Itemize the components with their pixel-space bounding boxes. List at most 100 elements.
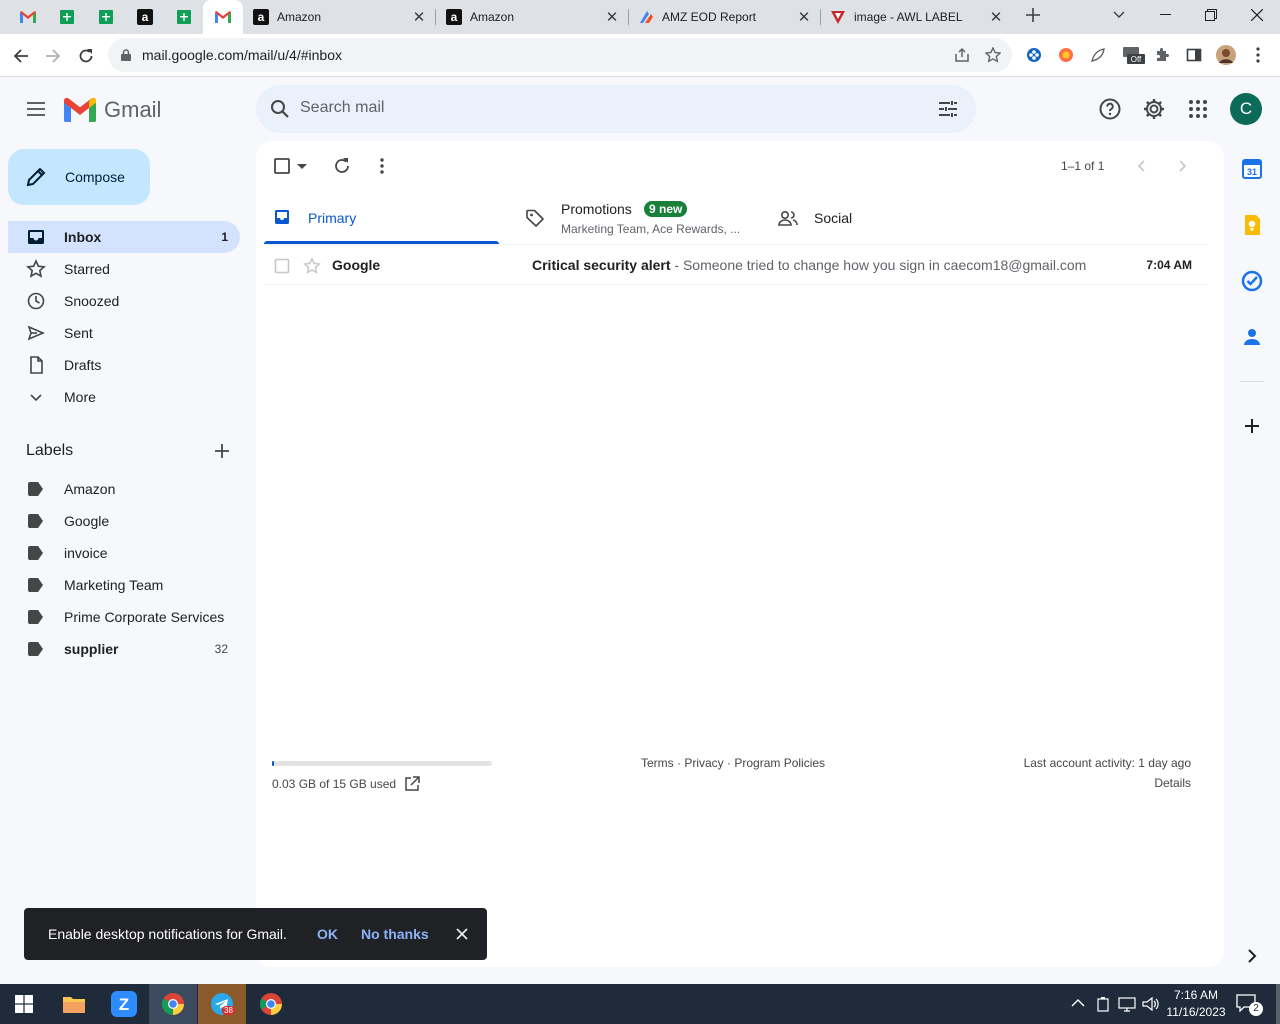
tab-promotions[interactable]: Promotions 9 new Marketing Team, Ace Rew…: [517, 193, 757, 245]
main-menu-icon[interactable]: [24, 97, 48, 121]
refresh-icon[interactable]: [332, 156, 352, 176]
search-bar[interactable]: Search mail: [256, 85, 976, 133]
close-tab-icon[interactable]: ✕: [407, 8, 431, 26]
file-explorer-button[interactable]: [50, 984, 98, 1024]
close-tab-icon[interactable]: ✕: [600, 8, 624, 26]
extension-icon[interactable]: Off: [1120, 45, 1146, 65]
new-tab-button[interactable]: [1010, 0, 1056, 30]
telegram-button[interactable]: 38: [198, 984, 246, 1024]
label-item[interactable]: Marketing Team: [8, 569, 240, 601]
system-clock[interactable]: 7:16 AM 11/16/2023: [1160, 987, 1232, 1021]
pinned-tab-amazon[interactable]: a: [125, 0, 165, 34]
details-link[interactable]: Details: [1154, 776, 1191, 790]
calendar-icon[interactable]: 31: [1240, 157, 1264, 181]
tab-search-button[interactable]: [1096, 0, 1142, 30]
label-item[interactable]: supplier 32: [8, 633, 240, 665]
pinned-tab-gmail[interactable]: [8, 0, 48, 34]
chevron-right-icon[interactable]: [1240, 944, 1264, 968]
close-tab-icon[interactable]: ✕: [792, 8, 816, 26]
search-input[interactable]: Search mail: [300, 99, 384, 117]
label-item[interactable]: Google: [8, 505, 240, 537]
compose-button[interactable]: Compose: [8, 149, 150, 205]
extensions-button[interactable]: [1152, 45, 1172, 65]
sidebar-item-more[interactable]: More: [8, 381, 240, 413]
restore-icon: [1205, 9, 1217, 21]
open-external-icon[interactable]: [404, 776, 420, 792]
privacy-link[interactable]: Privacy: [684, 756, 723, 770]
chrome-button-active[interactable]: [149, 984, 197, 1024]
search-icon[interactable]: [268, 97, 292, 121]
sidebar-item-sent[interactable]: Sent: [8, 317, 240, 349]
contacts-icon[interactable]: [1240, 325, 1264, 349]
chevron-left-icon[interactable]: [1132, 156, 1152, 176]
reload-button[interactable]: [73, 43, 99, 69]
row-checkbox-icon[interactable]: [274, 258, 290, 274]
browser-tab[interactable]: image - AWL LABEL ✕: [820, 0, 1012, 34]
browser-tab[interactable]: AMZ EOD Report ✕: [628, 0, 820, 34]
zoom-button[interactable]: Z: [100, 984, 148, 1024]
back-button[interactable]: [8, 43, 34, 69]
notification-center-button[interactable]: 2: [1236, 994, 1263, 1016]
pinned-tab-gmail-active[interactable]: [203, 0, 243, 34]
label-item[interactable]: invoice: [8, 537, 240, 569]
label-item[interactable]: Amazon: [8, 473, 240, 505]
start-button[interactable]: [0, 984, 48, 1024]
browser-menu-button[interactable]: [1252, 45, 1264, 65]
snackbar-ok-button[interactable]: OK: [317, 926, 338, 942]
label-item[interactable]: Prime Corporate Services: [8, 601, 240, 633]
chevron-right-icon[interactable]: [1172, 156, 1192, 176]
terms-link[interactable]: Terms: [641, 756, 674, 770]
more-vert-icon[interactable]: [372, 156, 392, 176]
pinned-tab-sheets[interactable]: [47, 0, 87, 34]
chevron-down-icon: [30, 394, 42, 402]
snackbar-no-thanks-button[interactable]: No thanks: [361, 926, 429, 942]
close-window-button[interactable]: [1234, 0, 1280, 30]
battery-plug-icon[interactable]: [1096, 996, 1110, 1012]
settings-gear-icon[interactable]: [1142, 97, 1166, 121]
sidebar-item-snoozed[interactable]: Snoozed: [8, 285, 240, 317]
show-desktop-button[interactable]: [1276, 984, 1280, 1024]
extension-icon[interactable]: [1024, 45, 1044, 65]
restore-button[interactable]: [1188, 0, 1234, 30]
browser-tab[interactable]: a Amazon ✕: [436, 0, 628, 34]
pinned-tab-sheets[interactable]: [164, 0, 204, 34]
zoom-app-icon: Z: [111, 991, 137, 1017]
sidebar-item-starred[interactable]: Starred: [8, 253, 240, 285]
star-bookmark-icon[interactable]: [985, 47, 1001, 63]
apps-grid-icon[interactable]: [1186, 97, 1210, 121]
address-bar[interactable]: mail.google.com/mail/u/4/#inbox: [108, 38, 1012, 72]
email-row[interactable]: Google Critical security alert - Someone…: [264, 245, 1208, 285]
network-icon[interactable]: [1118, 996, 1136, 1012]
sidebar-item-drafts[interactable]: Drafts: [8, 349, 240, 381]
create-label-icon[interactable]: [212, 441, 232, 461]
select-checkbox-icon[interactable]: [272, 156, 292, 176]
chrome-button[interactable]: [247, 984, 295, 1024]
extension-icon[interactable]: [1088, 45, 1108, 65]
account-avatar[interactable]: C: [1230, 93, 1262, 125]
side-panel-button[interactable]: [1184, 45, 1204, 65]
tray-chevron-up-icon[interactable]: [1071, 998, 1085, 1008]
close-tab-icon[interactable]: ✕: [984, 8, 1008, 26]
tab-social[interactable]: Social: [770, 193, 1005, 245]
browser-tab[interactable]: a Amazon ✕: [243, 0, 435, 34]
gmail-logo[interactable]: Gmail: [64, 97, 161, 123]
share-icon[interactable]: [954, 47, 970, 63]
minimize-button[interactable]: [1142, 0, 1188, 30]
select-dropdown-icon[interactable]: [294, 156, 310, 176]
policies-link[interactable]: Program Policies: [734, 756, 825, 770]
pinned-tab-sheets[interactable]: [86, 0, 126, 34]
sidebar-item-inbox[interactable]: Inbox 1: [8, 221, 240, 253]
tab-primary[interactable]: Primary: [264, 193, 499, 245]
extension-icon[interactable]: [1056, 45, 1076, 65]
search-options-icon[interactable]: [936, 97, 960, 121]
help-icon[interactable]: [1098, 97, 1122, 121]
keep-icon[interactable]: [1240, 213, 1264, 237]
add-app-icon[interactable]: [1240, 414, 1264, 438]
volume-icon[interactable]: [1142, 996, 1160, 1012]
tasks-icon[interactable]: [1240, 269, 1264, 293]
close-icon[interactable]: [452, 924, 472, 944]
forward-button[interactable]: [40, 43, 66, 69]
star-icon[interactable]: [303, 257, 321, 275]
email-time: 7:04 AM: [1146, 258, 1192, 272]
profile-button[interactable]: [1216, 45, 1236, 65]
